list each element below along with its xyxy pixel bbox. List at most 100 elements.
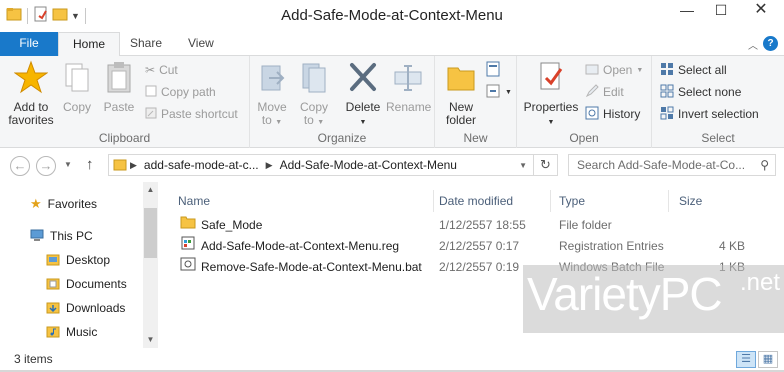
nav-item-desktop[interactable]: Desktop — [46, 250, 110, 270]
new-item-icon — [485, 61, 501, 80]
item-count: 3 items — [14, 352, 53, 366]
invert-selection-button[interactable]: Invert selection — [660, 104, 759, 124]
paste-label: Paste — [103, 100, 135, 114]
clipboard-group-label: Clipboard — [98, 131, 151, 145]
open-icon — [585, 62, 599, 79]
column-header-name[interactable]: Name — [170, 190, 434, 212]
search-input[interactable]: Search Add-Safe-Mode-at-Co... — [577, 158, 745, 172]
properties-button[interactable]: Properties ▼ — [523, 60, 579, 129]
easy-access-button[interactable]: ▼ — [485, 82, 512, 102]
new-folder-label-2: folder — [445, 113, 477, 127]
address-dropdown-icon[interactable]: ▼ — [519, 161, 527, 170]
invert-selection-icon — [660, 106, 674, 123]
breadcrumb-chevron-icon[interactable]: ▶ — [127, 160, 140, 171]
tab-file[interactable]: File — [0, 32, 58, 56]
copy-button[interactable]: Copy — [60, 60, 94, 114]
cut-button[interactable]: ✂ Cut — [145, 60, 178, 80]
scroll-down-icon[interactable]: ▼ — [143, 332, 158, 348]
file-name-cell: Safe_Mode — [180, 215, 262, 236]
clipboard-icon — [100, 60, 138, 97]
file-name: Safe_Mode — [201, 218, 263, 232]
refresh-icon: ↻ — [540, 157, 551, 172]
open-label: Open — [603, 63, 633, 77]
scroll-up-icon[interactable]: ▲ — [143, 182, 158, 198]
copy-path-button[interactable]: Copy path — [145, 82, 216, 102]
nav-item-label: Favorites — [47, 197, 98, 211]
file-name-cell: Add-Safe-Mode-at-Context-Menu.reg — [180, 236, 399, 257]
column-header-type[interactable]: Type — [551, 190, 669, 212]
history-label: History — [603, 107, 641, 121]
select-all-button[interactable]: Select all — [660, 60, 727, 80]
nav-item-label: This PC — [50, 229, 93, 243]
move-to-label-1: Move — [257, 100, 287, 114]
file-type: File folder — [559, 218, 612, 232]
paste-shortcut-button[interactable]: Paste shortcut — [145, 104, 238, 124]
recent-locations-icon[interactable]: ▼ — [64, 160, 72, 169]
breadcrumb-chevron-icon[interactable]: ▶ — [263, 160, 276, 171]
help-icon[interactable]: ? — [763, 36, 778, 51]
search-box[interactable]: Search Add-Safe-Mode-at-Co... ⚲ — [568, 154, 776, 176]
add-to-favorites-button[interactable]: Add to favorites — [6, 60, 56, 127]
close-button[interactable]: ✕ — [738, 0, 784, 22]
file-row[interactable]: Add-Safe-Mode-at-Context-Menu.reg 2/12/2… — [170, 236, 770, 257]
nav-pane-scrollbar[interactable]: ▲ ▼ — [143, 182, 158, 348]
maximize-button[interactable]: ☐ — [704, 0, 738, 22]
move-to-label-2: to — [261, 113, 272, 127]
delete-button[interactable]: Delete ▼ — [342, 60, 384, 129]
nav-item-documents[interactable]: Documents — [46, 274, 127, 294]
paste-button[interactable]: Paste — [100, 60, 138, 114]
watermark-brand: VarietyPC — [527, 268, 723, 320]
nav-item-this-pc[interactable]: This PC — [30, 226, 93, 246]
star-icon: ★ — [30, 196, 42, 211]
downloads-folder-icon — [46, 300, 60, 317]
details-view-icon[interactable]: ☰ — [736, 351, 756, 368]
address-row: ← → ▼ ↑ ▶ add-safe-mode-at-c... ▶ Add-Sa… — [0, 148, 784, 182]
nav-item-downloads[interactable]: Downloads — [46, 298, 125, 318]
edit-label: Edit — [603, 85, 624, 99]
forward-button[interactable]: → — [36, 156, 56, 176]
file-row[interactable]: Safe_Mode 1/12/2557 18:55 File folder — [170, 215, 770, 236]
search-icon: ⚲ — [760, 158, 769, 172]
add-to-favorites-label-2: favorites — [8, 113, 54, 127]
breadcrumb-current[interactable]: Add-Safe-Mode-at-Context-Menu — [276, 158, 461, 172]
nav-item-label: Music — [66, 325, 98, 339]
ribbon-collapse-icon[interactable]: ︿ — [748, 37, 758, 52]
nav-item-music[interactable]: Music — [46, 322, 97, 342]
edit-button[interactable]: Edit — [585, 82, 624, 102]
select-all-icon — [660, 62, 674, 79]
copy-to-icon — [296, 60, 332, 97]
up-arrow-icon[interactable]: ↑ — [86, 156, 94, 173]
select-none-icon — [660, 84, 674, 101]
scrollbar-thumb[interactable] — [144, 208, 157, 258]
rename-icon — [386, 60, 430, 97]
minimize-button[interactable]: — — [670, 0, 704, 22]
large-icons-view-icon[interactable]: ▦ — [758, 351, 778, 368]
window-title: Add-Safe-Mode-at-Context-Menu — [281, 7, 503, 24]
file-size: 4 KB — [718, 239, 745, 253]
open-group: Properties ▼ Open ▼ Edit History Open — [517, 56, 652, 148]
refresh-button[interactable]: ↻ — [533, 155, 557, 175]
history-button[interactable]: History — [585, 104, 640, 124]
back-button[interactable]: ← — [10, 156, 30, 176]
column-header-size[interactable]: Size — [671, 190, 761, 212]
tab-home[interactable]: Home — [58, 32, 121, 57]
breadcrumb-parent[interactable]: add-safe-mode-at-c... — [140, 158, 263, 172]
nav-item-label: Downloads — [66, 301, 126, 315]
open-button[interactable]: Open ▼ — [585, 60, 643, 80]
rename-button[interactable]: Rename — [386, 60, 431, 114]
organize-group-label: Organize — [317, 131, 367, 145]
new-item-button[interactable] — [485, 60, 501, 80]
nav-item-favorites[interactable]: ★ Favorites — [30, 194, 97, 214]
status-bar: 3 items ☰ ▦ — [0, 348, 784, 372]
move-to-button[interactable]: Move to ▼ — [254, 60, 290, 129]
select-none-button[interactable]: Select none — [660, 82, 741, 102]
registry-file-icon — [180, 236, 196, 257]
new-folder-button[interactable]: New folder — [441, 60, 481, 127]
address-bar[interactable]: ▶ add-safe-mode-at-c... ▶ Add-Safe-Mode-… — [108, 154, 558, 176]
copy-to-button[interactable]: Copy to ▼ — [296, 60, 332, 129]
properties-label: Properties — [523, 100, 579, 114]
tab-share[interactable]: Share — [116, 32, 176, 56]
tab-view[interactable]: View — [174, 32, 228, 56]
column-header-date-modified[interactable]: Date modified — [431, 190, 551, 212]
new-folder-label-1: New — [448, 100, 473, 114]
